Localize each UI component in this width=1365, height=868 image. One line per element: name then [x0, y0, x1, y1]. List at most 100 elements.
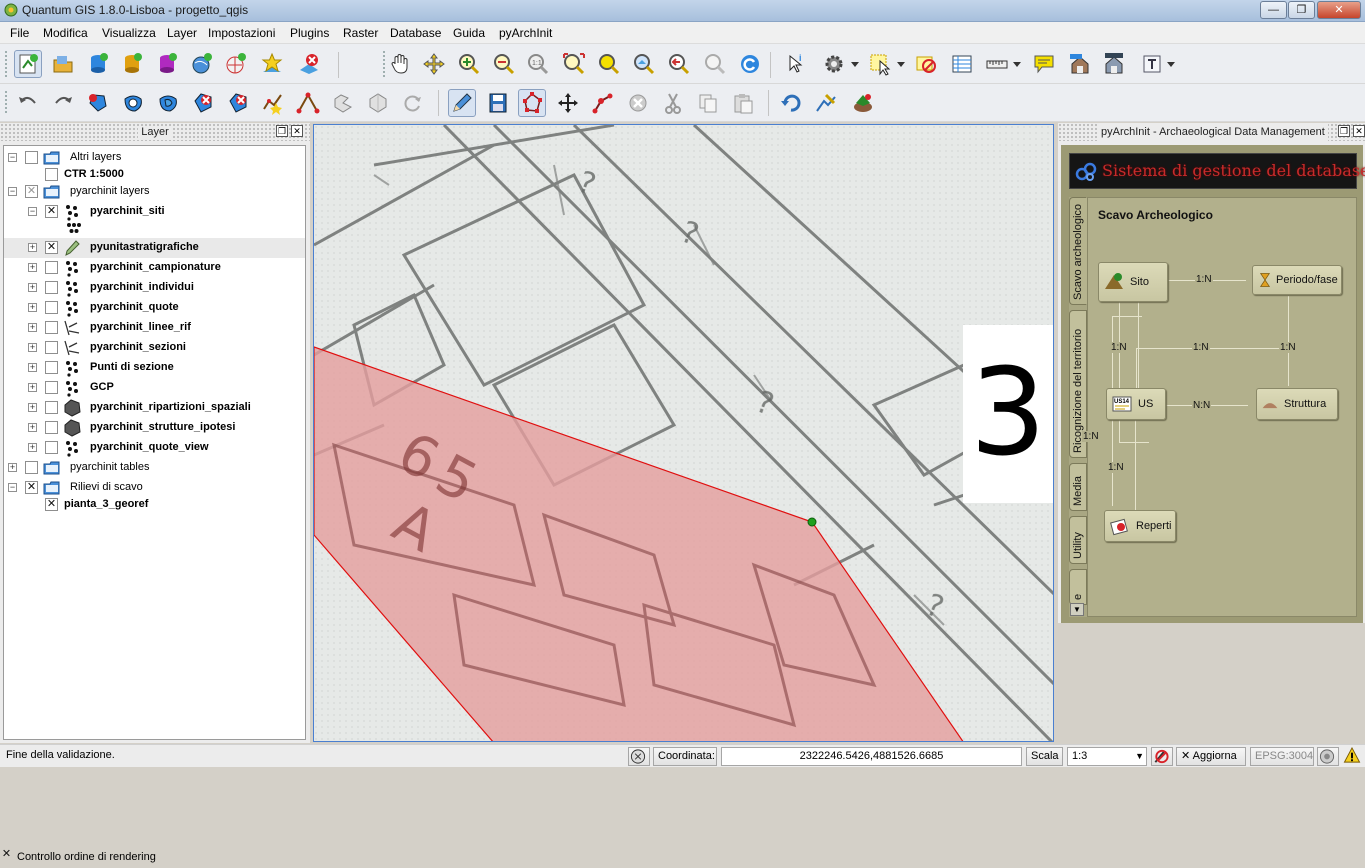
menu-modifica[interactable]: Modifica — [43, 26, 88, 40]
select-icon[interactable] — [866, 50, 894, 78]
layer-visibility-checkbox[interactable]: ✕ — [45, 498, 58, 511]
tab-scavo-archeologico[interactable]: Scavo archeologico — [1069, 197, 1087, 305]
layer-visibility-checkbox[interactable] — [45, 361, 58, 374]
refresh-icon[interactable] — [736, 50, 764, 78]
toggle-editing-icon[interactable] — [448, 89, 476, 117]
new-project-icon[interactable] — [14, 50, 42, 78]
layer-tree[interactable]: − Altri layers CTR 1:5000− ✕ pyarchinit laye… — [3, 145, 306, 740]
merge-features-icon[interactable] — [364, 89, 392, 117]
float-panel-icon[interactable]: ❐ — [276, 125, 288, 137]
node-sito-button[interactable]: Sito — [1098, 262, 1168, 302]
layer-tree-row[interactable]: + pyarchinit_quote_view — [4, 438, 305, 458]
node-tool-icon[interactable] — [518, 89, 546, 117]
expand-toggle[interactable]: + — [28, 243, 37, 252]
close-button[interactable]: ✕ — [1317, 1, 1361, 19]
layer-tree-row[interactable]: − ✕ Rilievi di scavo — [4, 478, 305, 495]
move-feature-icon[interactable] — [554, 89, 582, 117]
menu-impostazioni[interactable]: Impostazioni — [208, 26, 275, 40]
layer-tree-row[interactable]: + pyarchinit tables — [4, 458, 305, 478]
expand-toggle[interactable]: + — [28, 323, 37, 332]
offset-curve-icon[interactable] — [294, 89, 322, 117]
node-reperti-button[interactable]: Reperti — [1104, 510, 1176, 542]
paste-icon[interactable] — [729, 89, 757, 117]
open-project-icon[interactable] — [49, 50, 77, 78]
map-canvas[interactable]: ? ? ? ? 6 5 A 3 — [313, 124, 1054, 742]
add-spatialite-icon[interactable] — [188, 50, 216, 78]
collapse-toggle[interactable]: − — [28, 207, 37, 216]
identify-icon[interactable]: i — [782, 50, 810, 78]
collapse-toggle[interactable]: − — [8, 153, 17, 162]
add-wms-icon[interactable] — [222, 50, 250, 78]
render-checkbox[interactable]: ✕ — [1181, 750, 1190, 762]
layer-tree-row[interactable]: + ✕ pyunitastratigrafiche — [4, 238, 305, 258]
delete-part-icon[interactable] — [224, 89, 252, 117]
layer-visibility-checkbox[interactable] — [45, 341, 58, 354]
layer-visibility-checkbox[interactable]: ✕ — [25, 185, 38, 198]
layer-tree-row[interactable]: + pyarchinit_linee_rif — [4, 318, 305, 338]
action-dropdown-icon[interactable] — [848, 50, 862, 78]
undo-icon[interactable] — [14, 89, 42, 117]
expand-toggle[interactable]: + — [8, 463, 17, 472]
expand-toggle[interactable]: + — [28, 343, 37, 352]
zoom-to-layer-icon[interactable] — [630, 50, 658, 78]
split-features-icon[interactable] — [329, 89, 357, 117]
layer-visibility-checkbox[interactable]: ✕ — [45, 241, 58, 254]
cut-icon[interactable] — [659, 89, 687, 117]
render-toggle[interactable]: ✕ Aggiorna — [1176, 747, 1246, 766]
toolbar-handle[interactable] — [4, 50, 8, 77]
scale-dropdown-icon[interactable]: ▼ — [1135, 748, 1144, 765]
toolbar-handle[interactable] — [4, 90, 8, 115]
collapse-toggle[interactable]: − — [8, 483, 17, 492]
tabs-scroll-down-button[interactable]: ▼ — [1070, 603, 1084, 616]
attribute-table-icon[interactable] — [948, 50, 976, 78]
zoom-full-icon[interactable] — [560, 50, 588, 78]
menu-visualizza[interactable]: Visualizza — [102, 26, 156, 40]
add-feature-icon[interactable] — [589, 89, 617, 117]
minimize-button[interactable]: — — [1260, 1, 1287, 19]
measure-icon[interactable] — [983, 50, 1011, 78]
zoom-in-icon[interactable] — [455, 50, 483, 78]
pan-to-selection-icon[interactable] — [420, 50, 448, 78]
reshape-icon[interactable] — [259, 89, 287, 117]
layer-tree-row[interactable]: + pyarchinit_quote — [4, 298, 305, 318]
layer-tree-row[interactable]: + pyarchinit_sezioni — [4, 338, 305, 358]
layer-tree-row[interactable]: + GCP — [4, 378, 305, 398]
measure-dropdown-icon[interactable] — [1010, 50, 1024, 78]
layer-visibility-checkbox[interactable] — [45, 281, 58, 294]
remove-layer-icon[interactable] — [295, 50, 323, 78]
add-ring-icon[interactable] — [84, 89, 112, 117]
save-edits-icon[interactable] — [484, 89, 512, 117]
expand-toggle[interactable]: + — [28, 383, 37, 392]
layer-tree-row[interactable]: + pyarchinit_strutture_ipotesi — [4, 418, 305, 438]
delete-selected-icon[interactable] — [624, 89, 652, 117]
layer-tree-row[interactable]: ✕ pianta_3_georef — [4, 495, 305, 512]
crs-button[interactable]: EPSG:3004 — [1250, 747, 1314, 766]
projection-icon[interactable] — [1317, 747, 1339, 766]
expand-toggle[interactable]: + — [28, 443, 37, 452]
menu-guida[interactable]: Guida — [453, 26, 485, 40]
map-tips-icon[interactable] — [1030, 50, 1058, 78]
menu-pyarchinit[interactable]: pyArchInit — [499, 26, 552, 40]
layer-tree-row[interactable]: + pyarchinit_ripartizioni_spaziali — [4, 398, 305, 418]
close-panel-icon[interactable]: ✕ — [1353, 125, 1365, 137]
coordinate-field[interactable]: 2322246.5426,4881526.6685 — [721, 747, 1022, 766]
layer-tree-row[interactable]: + pyarchinit_campionature — [4, 258, 305, 278]
capture-icon[interactable] — [849, 89, 877, 117]
layer-visibility-checkbox[interactable] — [45, 441, 58, 454]
copy-icon[interactable] — [694, 89, 722, 117]
scale-combobox[interactable]: 1:3 ▼ — [1067, 747, 1147, 766]
layer-tree-row[interactable]: CTR 1:5000 — [4, 165, 305, 182]
layer-visibility-checkbox[interactable] — [45, 168, 58, 181]
stop-rendering-icon[interactable] — [1151, 747, 1173, 766]
simplify-icon[interactable] — [812, 89, 840, 117]
render-order-checkbox[interactable]: ✕ — [0, 849, 13, 862]
add-raster-icon[interactable] — [118, 50, 146, 78]
delete-ring-icon[interactable] — [189, 89, 217, 117]
layer-visibility-checkbox[interactable] — [45, 401, 58, 414]
coordinate-toggle-icon[interactable] — [628, 747, 650, 766]
new-shapefile-icon[interactable] — [258, 50, 286, 78]
maximize-button[interactable]: ❐ — [1288, 1, 1315, 19]
expand-toggle[interactable]: + — [28, 403, 37, 412]
add-postgis-icon[interactable] — [153, 50, 181, 78]
layer-visibility-checkbox[interactable] — [45, 261, 58, 274]
